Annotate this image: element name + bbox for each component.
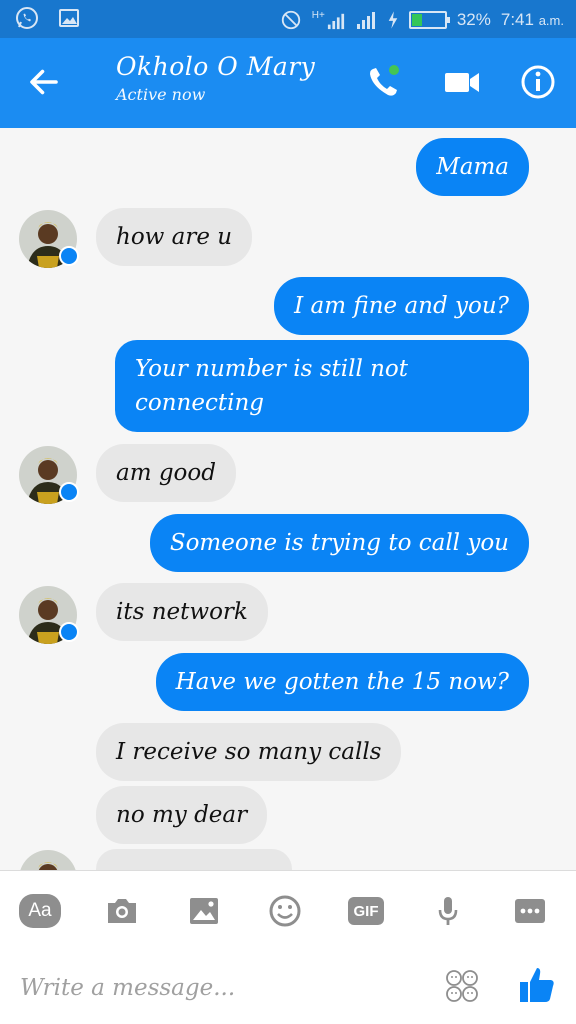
stickers-icon[interactable]: [444, 968, 480, 1004]
message-bubble-outgoing[interactable]: Have we gotten the 15 now?: [155, 653, 529, 711]
info-icon[interactable]: [518, 62, 558, 102]
gif-label: GIF: [353, 902, 379, 920]
clock-ampm: a.m.: [538, 13, 564, 28]
charging-icon: [388, 11, 398, 29]
text-format-label: Aa: [28, 900, 52, 921]
message-bubble-outgoing[interactable]: Someone is trying to call you: [149, 514, 529, 572]
contact-avatar[interactable]: [19, 210, 79, 268]
signal-icon: [327, 13, 344, 29]
message-bubble-outgoing[interactable]: I am fine and you?: [274, 277, 529, 335]
messenger-badge-icon: [59, 246, 79, 266]
do-not-disturb-icon: [281, 10, 300, 30]
contact-avatar[interactable]: [19, 446, 79, 504]
more-icon[interactable]: [510, 891, 550, 931]
battery-percent: 32%: [456, 10, 491, 29]
thumbs-up-icon[interactable]: [518, 964, 556, 1004]
message-bubble-outgoing[interactable]: Mama: [416, 138, 529, 196]
contact-title-block[interactable]: Okholo O Mary Active now: [116, 52, 315, 104]
message-composer: [0, 950, 576, 1024]
message-bubble-incoming[interactable]: its network: [96, 583, 268, 641]
text-format-icon[interactable]: Aa: [19, 894, 61, 928]
network-type-label: H+: [311, 9, 325, 21]
status-bar: H+ 32% 7:41 a.m.: [0, 0, 576, 38]
gif-icon[interactable]: GIF: [348, 897, 384, 925]
camera-icon[interactable]: [102, 891, 142, 931]
messenger-badge-icon: [59, 622, 79, 642]
whatsapp-icon: [16, 7, 38, 29]
gallery-icon: [59, 9, 79, 27]
phone-icon[interactable]: [364, 62, 404, 102]
message-list[interactable]: Mama how are u I am fine and you? Your n…: [0, 128, 576, 870]
video-camera-icon[interactable]: [442, 62, 482, 102]
messenger-badge-icon: [59, 482, 79, 502]
composer-toolbar: Aa GIF: [0, 870, 576, 950]
message-bubble-incoming[interactable]: I receive so many calls: [96, 723, 402, 781]
signal-icon: [356, 12, 375, 29]
microphone-icon[interactable]: [428, 891, 468, 931]
battery-icon: [408, 11, 450, 29]
message-bubble-incoming[interactable]: am good: [96, 444, 236, 502]
back-arrow-icon[interactable]: [26, 64, 62, 100]
clock: 7:41 a.m.: [501, 10, 564, 30]
avatar-photo: [19, 850, 77, 870]
message-bubble-incoming[interactable]: no my dear: [96, 786, 268, 844]
emoji-icon[interactable]: [265, 891, 305, 931]
contact-avatar[interactable]: [19, 850, 77, 870]
contact-avatar[interactable]: [19, 586, 79, 644]
message-bubble-outgoing[interactable]: Your number is still not connecting: [115, 340, 529, 432]
message-bubble-incoming-partial[interactable]: [96, 849, 292, 870]
image-icon[interactable]: [184, 891, 224, 931]
conversation-header: Okholo O Mary Active now: [0, 38, 576, 128]
clock-time: 7:41: [500, 10, 534, 29]
active-status: Active now: [116, 85, 206, 104]
message-bubble-incoming[interactable]: how are u: [96, 208, 253, 266]
contact-name[interactable]: Okholo O Mary: [116, 52, 315, 81]
message-input[interactable]: [20, 968, 420, 1008]
